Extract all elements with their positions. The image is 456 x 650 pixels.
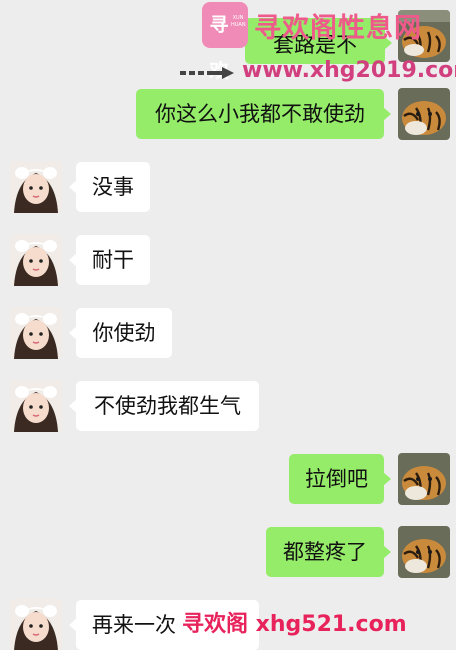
tiger-avatar-icon[interactable] <box>398 453 450 505</box>
girl-avatar-icon[interactable] <box>10 161 62 213</box>
message-row-outgoing: 你这么小我都不敢使劲 <box>0 88 456 140</box>
message-row-incoming: 没事 <box>0 161 456 213</box>
message-bubble-incoming[interactable]: 耐干 <box>69 235 150 285</box>
girl-avatar-icon[interactable] <box>10 234 62 286</box>
girl-avatar-icon[interactable] <box>10 599 62 650</box>
message-bubble-incoming[interactable]: 不使劲我都生气 <box>69 381 259 431</box>
message-text: 你使劲 <box>92 321 156 345</box>
message-text: 再来一次 <box>92 613 176 637</box>
watermark-title: 寻欢阁性息网 <box>254 13 422 44</box>
message-row-incoming: 耐干 <box>0 234 456 286</box>
message-text: 没事 <box>92 175 134 199</box>
watermark-logo: 寻欢 XUN HUAN <box>202 2 248 82</box>
message-text: 拉倒吧 <box>305 467 368 491</box>
watermark-logo-small-text: XUN HUAN <box>231 15 246 28</box>
message-bubble-incoming[interactable]: 没事 <box>69 162 150 212</box>
tiger-avatar-icon[interactable] <box>398 88 450 140</box>
message-bubble-outgoing[interactable]: 都整疼了 <box>266 527 391 577</box>
message-row-incoming: 你使劲 <box>0 307 456 359</box>
message-text: 你这么小我都不敢使劲 <box>155 102 365 126</box>
watermark-url-top: www.xhg2019.com <box>242 58 456 83</box>
watermark-bottom: 寻欢阁 xhg521.com <box>182 612 407 637</box>
tiger-avatar-icon[interactable] <box>398 526 450 578</box>
message-bubble-incoming[interactable]: 你使劲 <box>69 308 172 358</box>
message-row-outgoing: 拉倒吧 <box>0 453 456 505</box>
message-text: 耐干 <box>92 248 134 272</box>
message-row-incoming: 不使劲我都生气 <box>0 380 456 432</box>
chat-screen: 套路是不 你这么小我都不敢使劲 没事 耐干 你使劲 不使劲我都生气 拉倒吧 都整… <box>0 0 456 650</box>
girl-avatar-icon[interactable] <box>10 307 62 359</box>
message-text: 都整疼了 <box>283 540 367 564</box>
arrow-right-icon <box>180 67 234 79</box>
message-bubble-outgoing[interactable]: 拉倒吧 <box>289 454 391 504</box>
girl-avatar-icon[interactable] <box>10 380 62 432</box>
message-text: 不使劲我都生气 <box>94 394 241 418</box>
message-row-outgoing: 都整疼了 <box>0 526 456 578</box>
message-bubble-outgoing[interactable]: 你这么小我都不敢使劲 <box>136 89 391 139</box>
